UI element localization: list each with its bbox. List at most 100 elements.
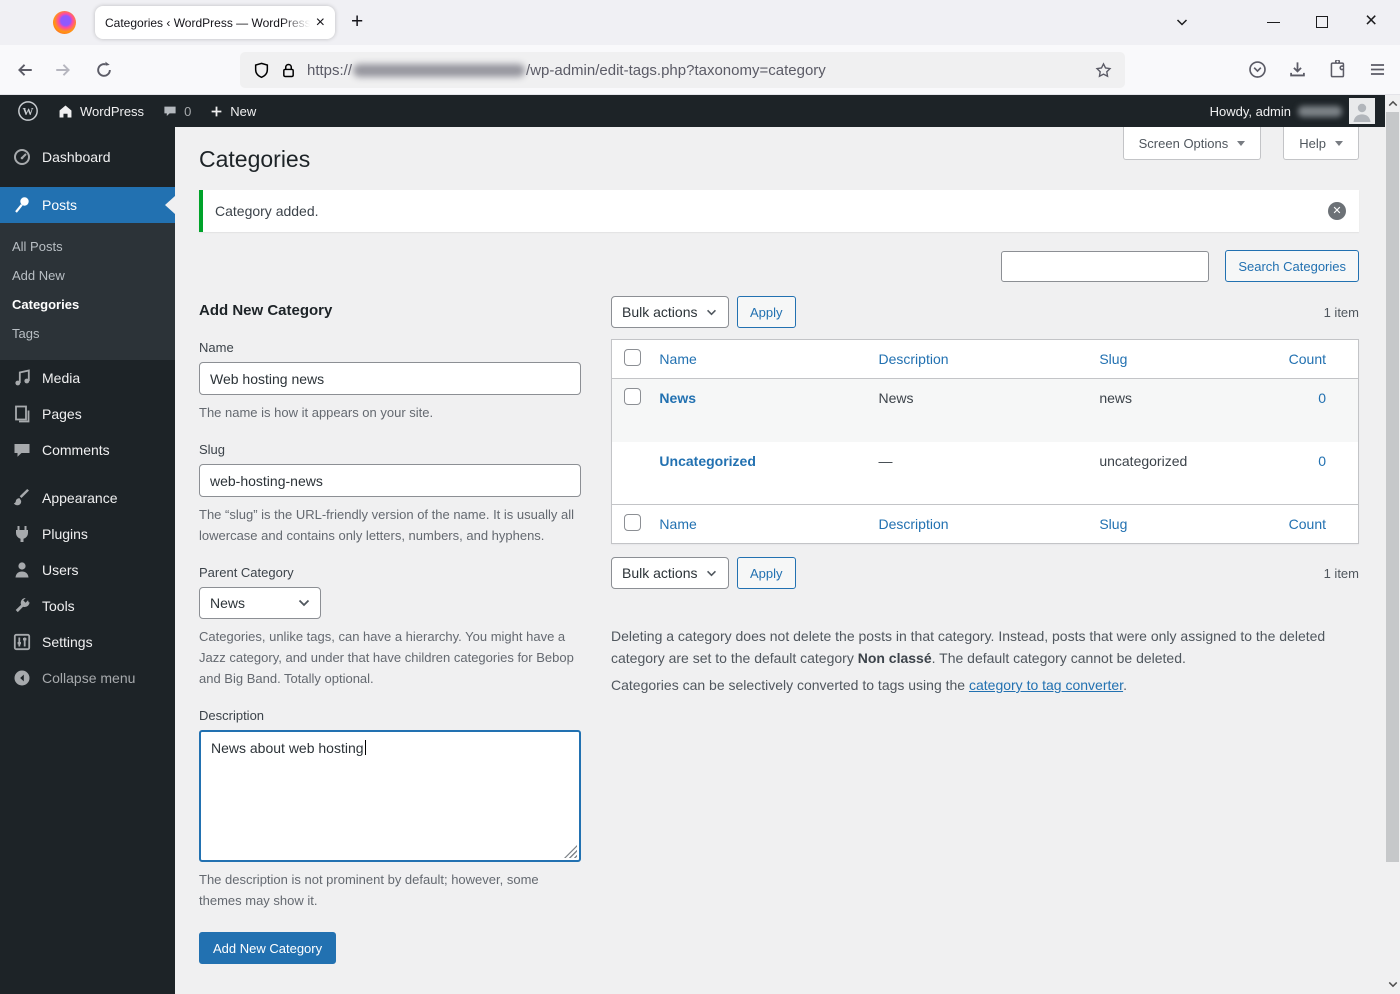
- adminbar-new[interactable]: New: [200, 95, 265, 127]
- column-footer-description[interactable]: Description: [869, 505, 1090, 544]
- shield-icon[interactable]: [253, 62, 270, 79]
- menu-hamburger-icon[interactable]: [1368, 60, 1387, 79]
- dismiss-notice-icon[interactable]: ✕: [1328, 202, 1346, 220]
- forward-button[interactable]: [54, 61, 72, 79]
- category-slug-input[interactable]: [199, 464, 581, 497]
- howdy-text: Howdy, admin: [1210, 104, 1291, 119]
- dashboard-gauge-icon: [12, 147, 32, 167]
- chevron-down-icon: [1335, 141, 1343, 146]
- add-category-form: Add New Category Name The name is how it…: [199, 296, 581, 964]
- column-header-count[interactable]: Count: [1279, 340, 1359, 379]
- search-categories-button[interactable]: Search Categories: [1225, 250, 1359, 282]
- window-maximize-button[interactable]: [1316, 14, 1328, 28]
- column-header-description[interactable]: Description: [869, 340, 1090, 379]
- sidebar-collapse-menu[interactable]: Collapse menu: [0, 660, 175, 696]
- scroll-down-icon[interactable]: [1385, 976, 1400, 992]
- slug-label: Slug: [199, 442, 581, 457]
- scroll-up-icon[interactable]: [1385, 95, 1400, 111]
- comment-bubble-icon: [162, 103, 178, 119]
- description-textarea[interactable]: News about web hosting: [199, 730, 581, 862]
- column-footer-slug[interactable]: Slug: [1089, 505, 1278, 544]
- column-header-name[interactable]: Name: [649, 340, 868, 379]
- sidebar-item-plugins[interactable]: Plugins: [0, 516, 175, 552]
- sidebar-item-appearance[interactable]: Appearance: [0, 480, 175, 516]
- downloads-icon[interactable]: [1288, 60, 1307, 79]
- sidebar-item-tools[interactable]: Tools: [0, 588, 175, 624]
- resize-handle[interactable]: [564, 845, 577, 858]
- svg-text:W: W: [23, 106, 34, 118]
- apply-button-bottom[interactable]: Apply: [737, 557, 796, 589]
- tab-list-chevron-icon[interactable]: [1174, 14, 1190, 30]
- sidebar-item-posts[interactable]: Posts: [0, 187, 175, 223]
- pocket-icon[interactable]: [1248, 60, 1267, 79]
- tab-close-icon[interactable]: ×: [316, 15, 325, 31]
- scrollbar-thumb[interactable]: [1386, 112, 1399, 862]
- categories-table: Name Description Slug Count News News ne…: [611, 339, 1359, 544]
- slug-help: The “slug” is the URL-friendly version o…: [199, 504, 581, 546]
- window-minimize-button[interactable]: [1267, 14, 1280, 23]
- submenu-all-posts[interactable]: All Posts: [0, 232, 175, 261]
- tab-title: Categories ‹ WordPress — WordPress: [105, 16, 310, 30]
- chevron-down-icon: [706, 309, 717, 316]
- page-scrollbar[interactable]: [1385, 95, 1400, 994]
- sidebar-item-users[interactable]: Users: [0, 552, 175, 588]
- apply-button-top[interactable]: Apply: [737, 296, 796, 328]
- collapse-arrow-icon: [12, 668, 32, 688]
- adminbar-comments[interactable]: 0: [153, 95, 200, 127]
- sidebar-item-settings[interactable]: Settings: [0, 624, 175, 660]
- lock-icon[interactable]: [280, 62, 297, 79]
- firefox-logo-icon[interactable]: [53, 11, 76, 34]
- sidebar-item-pages[interactable]: Pages: [0, 396, 175, 432]
- column-footer-name[interactable]: Name: [649, 505, 868, 544]
- category-name-link[interactable]: Uncategorized: [659, 453, 755, 469]
- screen-options-button[interactable]: Screen Options: [1123, 127, 1262, 160]
- new-tab-button[interactable]: +: [351, 10, 363, 34]
- blurred-domain: [353, 64, 525, 77]
- submenu-tags[interactable]: Tags: [0, 319, 175, 348]
- category-to-tag-converter-link[interactable]: category to tag converter: [969, 677, 1123, 693]
- name-label: Name: [199, 340, 581, 355]
- category-count-link[interactable]: 0: [1318, 390, 1326, 406]
- bulk-actions-select-bottom[interactable]: Bulk actions: [611, 557, 729, 589]
- bulk-actions-select-top[interactable]: Bulk actions: [611, 296, 729, 328]
- chevron-down-icon: [1237, 141, 1245, 146]
- parent-category-select[interactable]: News: [199, 587, 321, 619]
- column-footer-count[interactable]: Count: [1279, 505, 1359, 544]
- adminbar-account[interactable]: Howdy, admin: [1210, 98, 1375, 124]
- text-caret: [365, 740, 366, 755]
- sidebar-item-media[interactable]: Media: [0, 360, 175, 396]
- submenu-add-new[interactable]: Add New: [0, 261, 175, 290]
- comments-bubble-icon: [12, 440, 32, 460]
- back-button[interactable]: [16, 61, 34, 79]
- paintbrush-icon: [12, 488, 32, 508]
- category-count-link[interactable]: 0: [1318, 453, 1326, 469]
- chevron-down-icon: [298, 599, 310, 607]
- adminbar-site-link[interactable]: WordPress: [48, 95, 153, 127]
- submenu-categories[interactable]: Categories: [0, 290, 175, 319]
- user-icon: [12, 560, 32, 580]
- reload-button[interactable]: [95, 61, 113, 79]
- select-all-checkbox-footer[interactable]: [624, 514, 641, 531]
- add-new-category-button[interactable]: Add New Category: [199, 932, 336, 964]
- wrench-icon: [12, 596, 32, 616]
- url-bar[interactable]: https:///wp-admin/edit-tags.php?taxonomy…: [240, 52, 1125, 88]
- table-row-uncategorized: Uncategorized — uncategorized 0: [612, 442, 1359, 505]
- column-header-slug[interactable]: Slug: [1089, 340, 1278, 379]
- category-name-input[interactable]: [199, 362, 581, 395]
- browser-tab[interactable]: Categories ‹ WordPress — WordPress ×: [95, 6, 335, 39]
- select-all-checkbox[interactable]: [624, 349, 641, 366]
- name-help: The name is how it appears on your site.: [199, 402, 581, 423]
- browser-toolbar: https:///wp-admin/edit-tags.php?taxonomy…: [0, 45, 1400, 95]
- category-name-link[interactable]: News: [659, 390, 696, 406]
- sidebar-item-dashboard[interactable]: Dashboard: [0, 139, 175, 175]
- sidebar-item-comments[interactable]: Comments: [0, 432, 175, 468]
- extensions-puzzle-icon[interactable]: [1328, 60, 1347, 79]
- pages-icon: [12, 404, 32, 424]
- search-categories-input[interactable]: [1001, 251, 1209, 282]
- convert-note: Categories can be selectively converted …: [611, 674, 1359, 696]
- bookmark-star-icon[interactable]: [1095, 62, 1112, 79]
- wp-logo-icon[interactable]: W: [8, 95, 48, 127]
- help-button[interactable]: Help: [1283, 127, 1359, 160]
- window-close-button[interactable]: ×: [1365, 13, 1377, 29]
- row-checkbox[interactable]: [624, 388, 641, 405]
